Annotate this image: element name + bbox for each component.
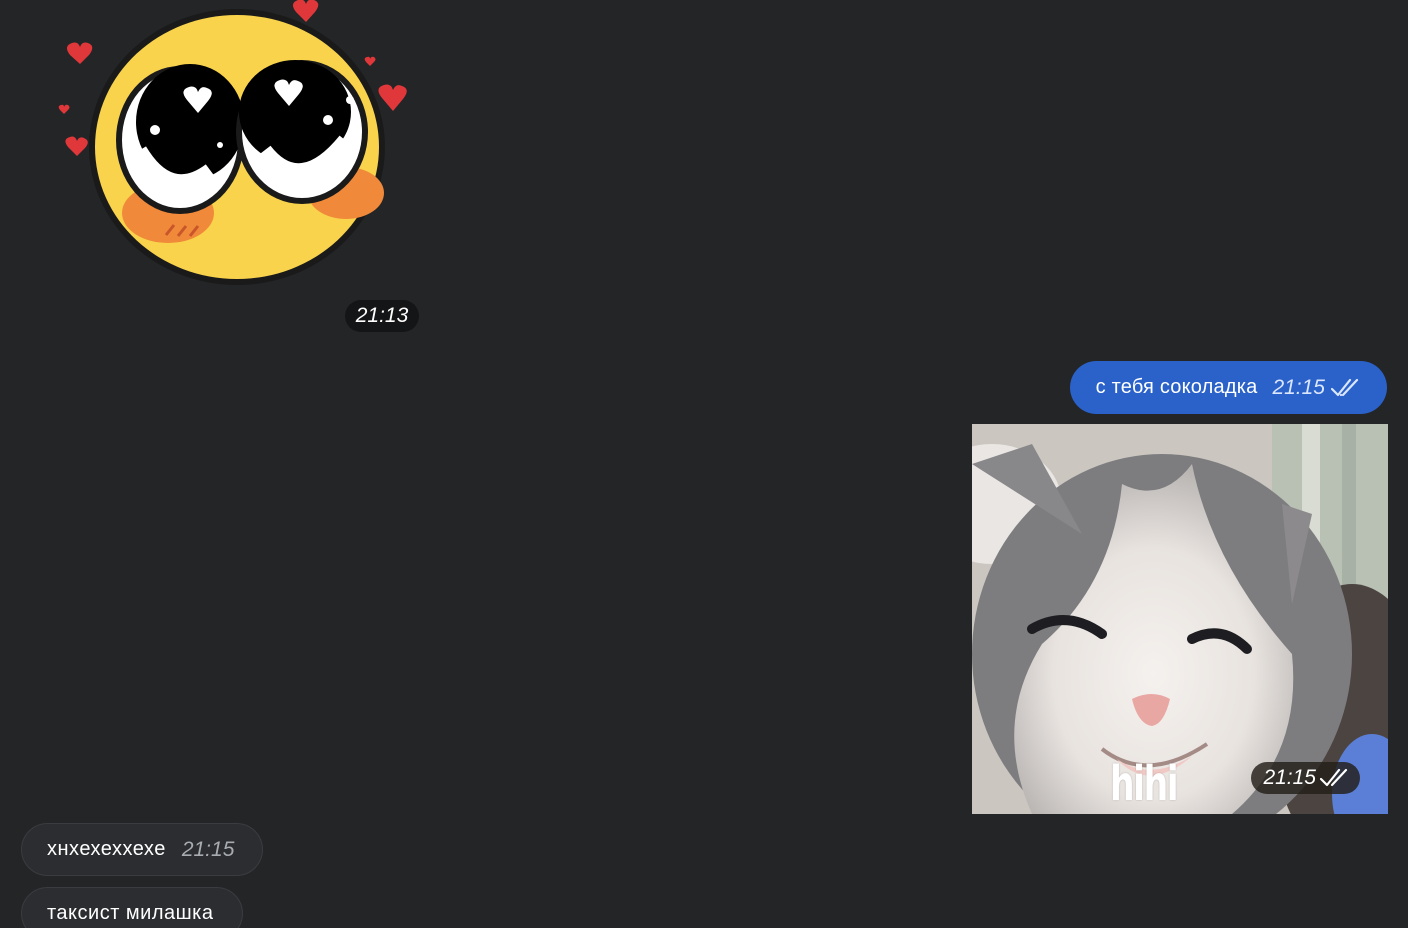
photo-time-text: 21:15: [1263, 766, 1316, 789]
double-check-read-icon: [1320, 768, 1350, 788]
sticker-message[interactable]: [50, 0, 420, 296]
sticker-timestamp: 21:13: [345, 300, 419, 332]
outgoing-photo-message[interactable]: hihi 21:15: [972, 424, 1388, 814]
incoming-message-bubble[interactable]: хнхехеххехе 21:15: [21, 823, 264, 876]
cute-emoji-sticker-icon: [58, 0, 407, 285]
message-text: хнхехеххехе: [47, 838, 166, 860]
message-text: с тебя соколадка: [1095, 376, 1258, 398]
message-timestamp: 21:15: [1272, 375, 1325, 399]
incoming-message-bubble[interactable]: таксист милашка: [21, 887, 243, 928]
outgoing-message-bubble[interactable]: с тебя соколадка 21:15: [1069, 361, 1387, 414]
kitten-photo-image: [972, 424, 1388, 814]
photo-timestamp: 21:15: [1251, 762, 1360, 794]
chat-history: 21:13 с тебя соколадка 21:15 hihi 21:15 …: [0, 0, 1408, 928]
double-check-read-icon: [1331, 378, 1361, 398]
message-timestamp: 21:15: [181, 837, 235, 861]
message-text: таксист милашка: [47, 902, 214, 924]
photo-caption-overlay: hihi: [1110, 756, 1179, 812]
